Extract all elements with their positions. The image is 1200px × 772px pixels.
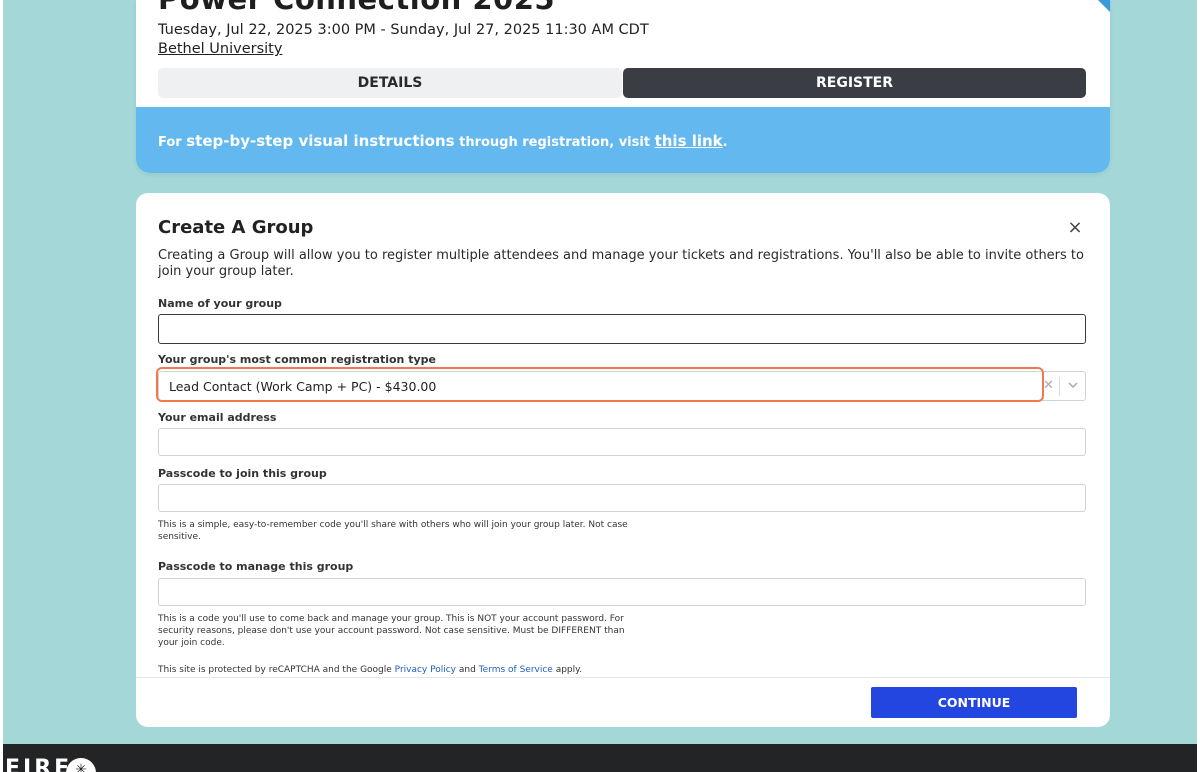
create-group-modal: Create A Group × Creating a Group will a… bbox=[136, 193, 1110, 727]
event-header-card: Power Connection 2025 Tuesday, Jul 22, 2… bbox=[136, 0, 1110, 173]
event-title: Power Connection 2025 bbox=[158, 0, 555, 16]
registration-type-select[interactable]: Lead Contact (Work Camp + PC) - $430.00 … bbox=[158, 371, 1086, 401]
banner-emphasis: step-by-step visual instructions bbox=[186, 132, 455, 150]
select-separator bbox=[1059, 377, 1060, 396]
join-passcode-input[interactable] bbox=[158, 484, 1086, 512]
group-name-input[interactable] bbox=[158, 314, 1086, 344]
footer-brand-text: EIRE bbox=[5, 756, 73, 772]
recaptcha-notice: This site is protected by reCAPTCHA and … bbox=[158, 665, 582, 675]
email-label: Your email address bbox=[158, 411, 277, 424]
chevron-down-icon[interactable] bbox=[1065, 376, 1081, 394]
instructions-banner: For step-by-step visual instructions thr… bbox=[136, 107, 1110, 173]
recaptcha-suffix: apply. bbox=[552, 665, 583, 675]
join-passcode-hint: This is a simple, easy-to-remember code … bbox=[158, 520, 628, 542]
manage-passcode-label: Passcode to manage this group bbox=[158, 560, 354, 573]
tab-details[interactable]: DETAILS bbox=[158, 68, 622, 98]
banner-suffix: . bbox=[722, 135, 728, 150]
continue-button[interactable]: CONTINUE bbox=[871, 687, 1077, 718]
clear-icon[interactable]: ✕ bbox=[1043, 378, 1054, 393]
join-passcode-label: Passcode to join this group bbox=[158, 467, 327, 480]
banner-middle: through registration, visit bbox=[454, 135, 655, 150]
modal-description: Creating a Group will allow you to regis… bbox=[158, 248, 1084, 279]
site-footer: EIRE ✳ bbox=[3, 744, 1197, 772]
event-venue-link[interactable]: Bethel University bbox=[158, 41, 282, 57]
manage-passcode-input[interactable] bbox=[158, 578, 1086, 606]
recaptcha-prefix: This site is protected by reCAPTCHA and … bbox=[158, 665, 395, 675]
modal-footer-divider bbox=[136, 677, 1110, 678]
corner-ribbon bbox=[1098, 0, 1110, 12]
registration-type-label: Your group's most common registration ty… bbox=[158, 353, 436, 366]
banner-prefix: For bbox=[158, 135, 187, 150]
privacy-policy-link[interactable]: Privacy Policy bbox=[395, 665, 456, 675]
instructions-text: For step-by-step visual instructions thr… bbox=[158, 132, 728, 150]
instructions-link[interactable]: this link bbox=[655, 132, 723, 150]
modal-title: Create A Group bbox=[158, 217, 314, 238]
tab-register[interactable]: REGISTER bbox=[623, 68, 1086, 98]
close-icon[interactable]: × bbox=[1066, 219, 1084, 237]
email-input[interactable] bbox=[158, 428, 1086, 456]
registration-type-value: Lead Contact (Work Camp + PC) - $430.00 bbox=[169, 379, 437, 394]
recaptcha-and: and bbox=[456, 665, 479, 675]
group-name-label: Name of your group bbox=[158, 297, 282, 310]
terms-of-service-link[interactable]: Terms of Service bbox=[479, 665, 553, 675]
manage-passcode-hint: This is a code you'll use to come back a… bbox=[158, 614, 625, 648]
event-dates: Tuesday, Jul 22, 2025 3:00 PM - Sunday, … bbox=[158, 22, 649, 38]
